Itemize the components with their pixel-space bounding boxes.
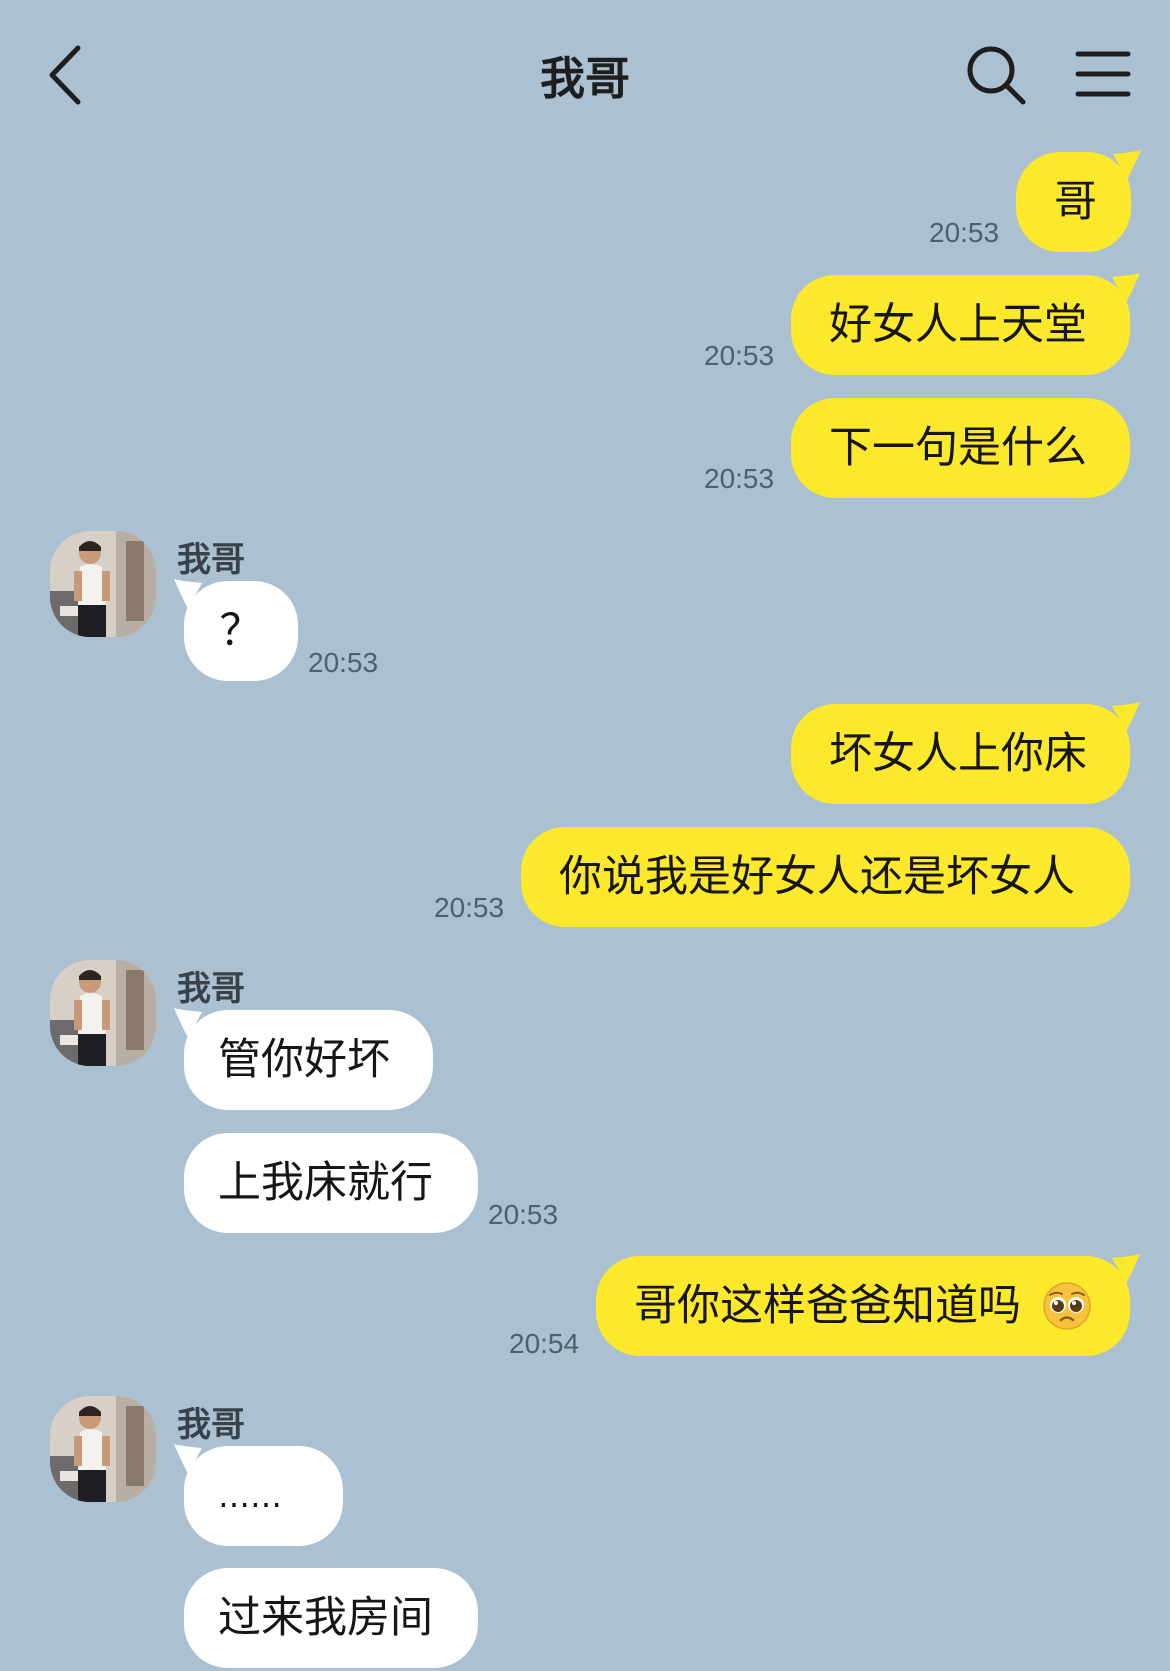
bubble-tail xyxy=(1112,273,1140,303)
bubble-tail xyxy=(174,1008,202,1038)
message-text: …… xyxy=(218,1477,282,1515)
search-button[interactable] xyxy=(965,44,1027,106)
message-text: 过来我房间 xyxy=(218,1593,433,1643)
message-text: 哥你这样爸爸知道吗 xyxy=(634,1281,1021,1331)
message-bubble-outgoing[interactable]: 下一句是什么 xyxy=(791,398,1130,498)
sender-name: 我哥 xyxy=(177,969,245,1009)
sender-name: 我哥 xyxy=(177,540,245,580)
message-text: 你说我是好女人还是坏女人 xyxy=(559,852,1075,902)
bubble-tail xyxy=(1112,702,1140,732)
message-time: 20:53 xyxy=(704,340,775,371)
bubble-tail xyxy=(1112,1254,1140,1284)
message-bubble-incoming[interactable]: ？ xyxy=(174,579,298,681)
message-time: 20:54 xyxy=(509,1328,580,1359)
message-time: 20:53 xyxy=(704,463,775,494)
message-bubble-incoming[interactable]: 过来我房间 xyxy=(184,1568,478,1668)
contact-avatar[interactable] xyxy=(50,531,156,637)
bubble-tail xyxy=(174,579,202,609)
message-time: 20:53 xyxy=(488,1199,559,1230)
message-time: 20:53 xyxy=(929,217,1000,248)
message-time: 20:53 xyxy=(308,647,379,678)
bubble-tail xyxy=(1113,150,1141,180)
message-bubble-incoming[interactable]: 管你好坏 xyxy=(174,1008,433,1110)
message-text: 好女人上天堂 xyxy=(829,300,1087,350)
message-bubble-incoming[interactable]: 上我床就行 xyxy=(184,1133,478,1233)
sender-name: 我哥 xyxy=(177,1405,245,1445)
message-text: 坏女人上你床 xyxy=(829,729,1087,779)
message-text: 下一句是什么 xyxy=(829,423,1087,473)
pleading-face-emoji xyxy=(1043,1282,1091,1330)
search-icon xyxy=(967,46,1026,105)
message-bubble-outgoing[interactable]: 哥你这样爸爸知道吗 xyxy=(596,1254,1140,1356)
message-bubble-outgoing[interactable]: 坏女人上你床 xyxy=(791,702,1140,804)
avatar-photo xyxy=(50,960,156,1066)
contact-avatar[interactable] xyxy=(50,960,156,1066)
message-text: 管你好坏 xyxy=(218,1035,390,1085)
message-bubble-outgoing[interactable]: 哥 xyxy=(1016,150,1141,252)
menu-button[interactable] xyxy=(1075,48,1131,100)
message-bubble-outgoing[interactable]: 好女人上天堂 xyxy=(791,273,1140,375)
message-time: 20:53 xyxy=(434,892,505,923)
message-text: ？ xyxy=(219,606,263,656)
menu-icon xyxy=(1075,51,1131,97)
message-bubble-outgoing[interactable]: 你说我是好女人还是坏女人 xyxy=(521,827,1130,927)
avatar-photo xyxy=(50,1396,156,1502)
message-bubble-incoming[interactable]: …… xyxy=(174,1444,343,1546)
message-text: 上我床就行 xyxy=(218,1158,433,1208)
avatar-photo xyxy=(50,531,156,637)
contact-avatar[interactable] xyxy=(50,1396,156,1502)
bubble-tail xyxy=(174,1444,202,1474)
top-bar: 我哥 xyxy=(0,0,1170,150)
message-text: 哥 xyxy=(1054,177,1097,227)
